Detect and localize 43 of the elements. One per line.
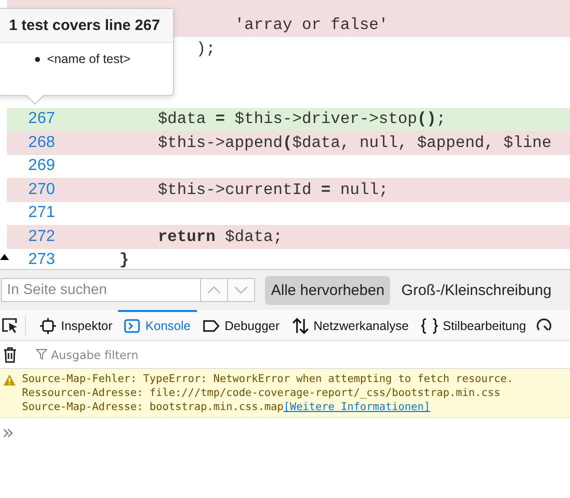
inspector-icon xyxy=(40,318,56,334)
devtools-tab[interactable]: Debugger xyxy=(196,310,286,340)
line-number-link[interactable]: 267 xyxy=(28,110,55,128)
filter-icon xyxy=(36,349,47,360)
warning-icon xyxy=(3,374,16,386)
code-text: $this->currentId = null; xyxy=(158,180,388,199)
code-text: ); xyxy=(196,40,216,58)
chevron-down-icon xyxy=(234,286,248,294)
code-text: } xyxy=(119,251,130,269)
bullet-icon xyxy=(35,56,40,62)
message-text: Ressourcen-Adresse: file:///tmp/code-coverage-report/_css/bootstrap.min.css xyxy=(22,387,500,399)
code-text: $data = $this->driver->stop(); xyxy=(158,110,446,128)
code-text: return $data; xyxy=(158,228,283,246)
braces-icon xyxy=(420,318,438,334)
popover-title: 1 test covers line 267 xyxy=(0,9,173,43)
devtools-tab[interactable]: Netzwerkanalyse xyxy=(286,310,415,340)
find-option-toggle[interactable]: Groß-/Kleinschreibung xyxy=(395,276,558,304)
line-number-link[interactable]: 271 xyxy=(28,204,55,222)
line-number-link[interactable]: 269 xyxy=(28,157,55,174)
code-text: $this->append($data, null, $append, $line xyxy=(158,134,552,152)
element-picker-icon[interactable] xyxy=(1,317,19,333)
learn-more-link[interactable]: [Weitere Informationen] xyxy=(284,401,430,413)
code-text: 'array or false' xyxy=(234,16,388,34)
line-number-link[interactable]: 273 xyxy=(28,251,55,268)
message-text: Source-Map-Adresse: bootstrap.min.css.map xyxy=(22,401,284,413)
gauge-icon[interactable] xyxy=(536,317,552,333)
find-field[interactable]: In Seite suchen xyxy=(1,278,201,302)
tag-icon xyxy=(202,319,220,333)
line-number-link[interactable]: 270 xyxy=(28,180,55,198)
console-prompt[interactable]: » xyxy=(2,420,14,444)
devtools-tab[interactable]: Stilbearbeitung xyxy=(414,310,532,340)
find-option-toggle[interactable]: Alle hervorheben xyxy=(265,276,390,304)
up-down-arrows-icon xyxy=(292,318,309,334)
test-name-item: <name of test> xyxy=(47,51,130,67)
chevron-up-icon xyxy=(207,286,221,294)
triangle-up-icon xyxy=(0,254,9,260)
trash-icon[interactable] xyxy=(3,346,17,362)
line-number-link[interactable]: 268 xyxy=(28,134,55,151)
console-icon xyxy=(124,318,140,334)
message-text: Source-Map-Fehler: TypeError: NetworkError when attempting to fetch resource. xyxy=(22,373,514,385)
line-number-link[interactable]: 272 xyxy=(28,228,55,245)
devtools-tab[interactable]: Konsole xyxy=(118,310,197,340)
devtools-tab[interactable]: Inspektor xyxy=(34,310,118,340)
